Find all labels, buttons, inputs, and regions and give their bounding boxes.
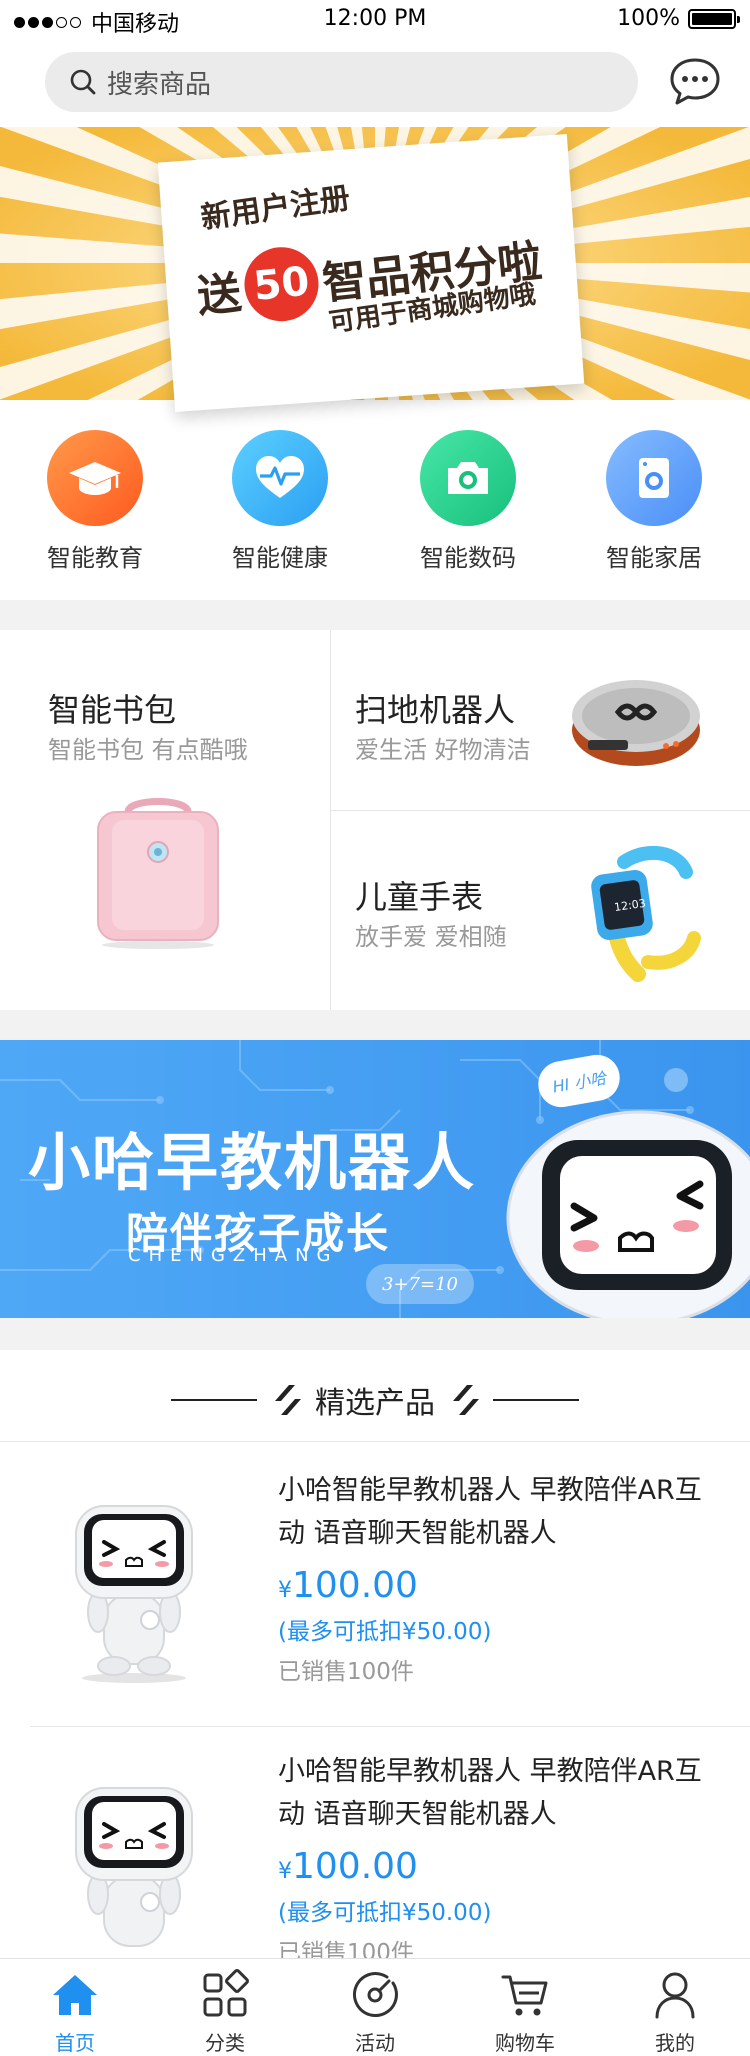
- status-bar: 中国移动 12:00 PM 100%: [0, 0, 750, 40]
- featured-section-header: 精选产品: [0, 1370, 750, 1430]
- feature-title: 儿童手表: [355, 878, 484, 916]
- tab-activity[interactable]: 活动: [300, 1959, 450, 2056]
- feature-subtitle: 爱生活 好物清洁: [355, 736, 531, 764]
- category-label: 智能健康: [232, 544, 328, 572]
- tab-label: 分类: [205, 2031, 245, 2055]
- tab-label: 活动: [355, 2031, 395, 2055]
- section-divider: [0, 600, 750, 630]
- section-title: 精选产品: [315, 1386, 435, 1421]
- cart-icon: [501, 1975, 548, 2016]
- price-value: 100.00: [292, 1846, 418, 1887]
- category-grid-icon: [203, 1969, 249, 2017]
- bottom-tab-bar: 首页 分类 活动 购物车 我的: [0, 1958, 750, 2056]
- search-icon: [70, 69, 96, 95]
- slash-deco-icon: [275, 1385, 301, 1415]
- category-education[interactable]: 智能教育: [5, 430, 185, 573]
- feature-subtitle: 放手爱 爱相随: [355, 923, 507, 951]
- heart-pulse-icon: [232, 430, 328, 526]
- battery-icon: [688, 8, 740, 29]
- tab-cart[interactable]: 购物车: [450, 1959, 600, 2056]
- header-rule: [493, 1399, 579, 1401]
- camera-icon: [420, 430, 516, 526]
- search-bar[interactable]: 搜索商品: [45, 52, 638, 112]
- battery-percent: 100%: [617, 6, 680, 31]
- robot-vacuum-image: [572, 680, 700, 766]
- math-bubble: 3+7=10: [366, 1264, 474, 1304]
- promo-points-badge: 50: [240, 243, 323, 325]
- home-icon: [53, 1975, 97, 2015]
- tab-profile[interactable]: 我的: [600, 1959, 750, 2056]
- tab-home[interactable]: 首页: [0, 1959, 150, 2056]
- robot-banner-title: 小哈早教机器人: [28, 1126, 477, 1199]
- product-name: 小哈智能早教机器人 早教陪伴AR互动 语音聊天智能机器人: [278, 1475, 702, 1549]
- robot-product-image: [75, 1505, 193, 1683]
- category-label: 智能数码: [420, 544, 516, 572]
- graduation-cap-icon: [47, 430, 143, 526]
- category-home[interactable]: 智能家居: [564, 430, 744, 573]
- header-rule: [171, 1399, 257, 1401]
- slash-deco-icon: [453, 1385, 479, 1415]
- category-digital[interactable]: 智能数码: [378, 430, 558, 573]
- section-divider: [0, 1010, 750, 1040]
- currency-symbol: ¥: [278, 1859, 292, 1884]
- tab-label: 我的: [655, 2031, 695, 2055]
- product-price: ¥100.00: [278, 1846, 418, 1887]
- user-icon: [655, 1972, 695, 2019]
- product-price: ¥100.00: [278, 1565, 418, 1606]
- category-label: 智能家居: [606, 544, 702, 572]
- robot-product-image: [75, 1787, 193, 1947]
- robot-mascot-image: [506, 1110, 750, 1318]
- feature-title: 智能书包: [48, 691, 177, 729]
- category-label: 智能教育: [47, 544, 143, 572]
- pink-backpack-image: [97, 798, 219, 949]
- tab-category[interactable]: 分类: [150, 1959, 300, 2056]
- product-deduct: (最多可抵扣¥50.00): [278, 1619, 492, 1645]
- activity-disc-icon: [352, 1972, 398, 2018]
- category-health[interactable]: 智能健康: [190, 430, 370, 573]
- feature-title: 扫地机器人: [355, 691, 516, 729]
- search-placeholder: 搜索商品: [107, 69, 212, 100]
- message-icon[interactable]: [668, 56, 722, 108]
- price-value: 100.00: [292, 1565, 418, 1606]
- section-divider: [0, 1318, 750, 1350]
- robot-banner-subtitle-en: CHENGZHANG: [128, 1245, 339, 1266]
- currency-symbol: ¥: [278, 1578, 292, 1603]
- product-name: 小哈智能早教机器人 早教陪伴AR互动 语音聊天智能机器人: [278, 1756, 702, 1830]
- tab-label: 首页: [55, 2031, 95, 2055]
- product-sold: 已销售100件: [278, 1659, 414, 1685]
- feature-subtitle: 智能书包 有点酷哦: [48, 736, 248, 764]
- tab-label: 购物车: [495, 2031, 555, 2055]
- battery-info: 100%: [617, 6, 740, 31]
- promo-give: 送: [194, 267, 244, 323]
- product-deduct: (最多可抵扣¥50.00): [278, 1900, 492, 1926]
- washing-machine-icon: [606, 430, 702, 526]
- kids-watch-image: 12:03: [591, 846, 701, 982]
